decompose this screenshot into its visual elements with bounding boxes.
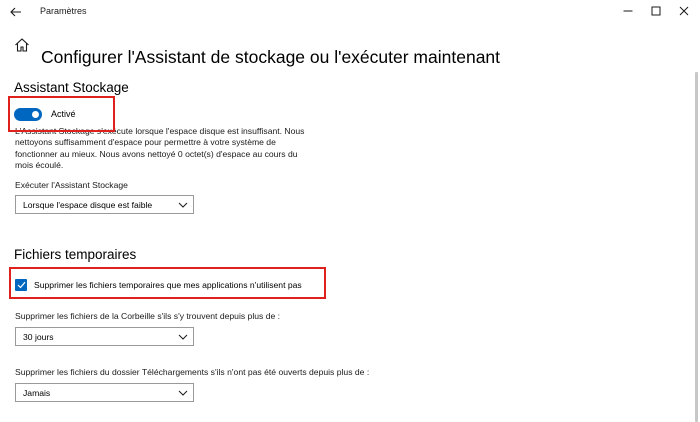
highlight-box-toggle (8, 96, 115, 132)
chevron-down-icon (173, 196, 193, 213)
scrollbar[interactable] (695, 72, 698, 422)
minimize-button[interactable] (614, 0, 642, 22)
maximize-button[interactable] (642, 0, 670, 22)
downloads-label: Supprimer les fichiers du dossier Téléch… (15, 367, 370, 377)
dropdown-value: Lorsque l'espace disque est faible (23, 199, 153, 210)
dropdown-value: 30 jours (23, 331, 54, 342)
minimize-icon (623, 10, 633, 12)
chevron-down-icon (173, 328, 193, 345)
maximize-icon (651, 6, 661, 16)
home-icon[interactable] (14, 37, 30, 53)
storage-sense-description: L'Assistant Stockage s'exécute lorsque l… (15, 126, 305, 170)
run-storage-sense-label: Exécuter l'Assistant Stockage (15, 180, 128, 190)
back-button[interactable] (6, 2, 26, 22)
close-icon (679, 6, 689, 16)
recycle-bin-label: Supprimer les fichiers de la Corbeille s… (15, 311, 281, 321)
arrow-left-icon (10, 7, 21, 17)
run-storage-sense-dropdown[interactable]: Lorsque l'espace disque est faible (15, 195, 194, 214)
page-title: Configurer l'Assistant de stockage ou l'… (41, 46, 501, 67)
section-title-temp-files: Fichiers temporaires (14, 247, 137, 262)
chevron-down-icon (173, 384, 193, 401)
section-title-storage-sense: Assistant Stockage (14, 80, 129, 95)
downloads-dropdown[interactable]: Jamais (15, 383, 194, 402)
close-button[interactable] (670, 0, 698, 22)
title-bar: Paramètres (0, 0, 700, 24)
app-title: Paramètres (40, 6, 87, 16)
recycle-bin-dropdown[interactable]: 30 jours (15, 327, 194, 346)
highlight-box-checkbox (9, 267, 326, 299)
dropdown-value: Jamais (23, 387, 51, 398)
